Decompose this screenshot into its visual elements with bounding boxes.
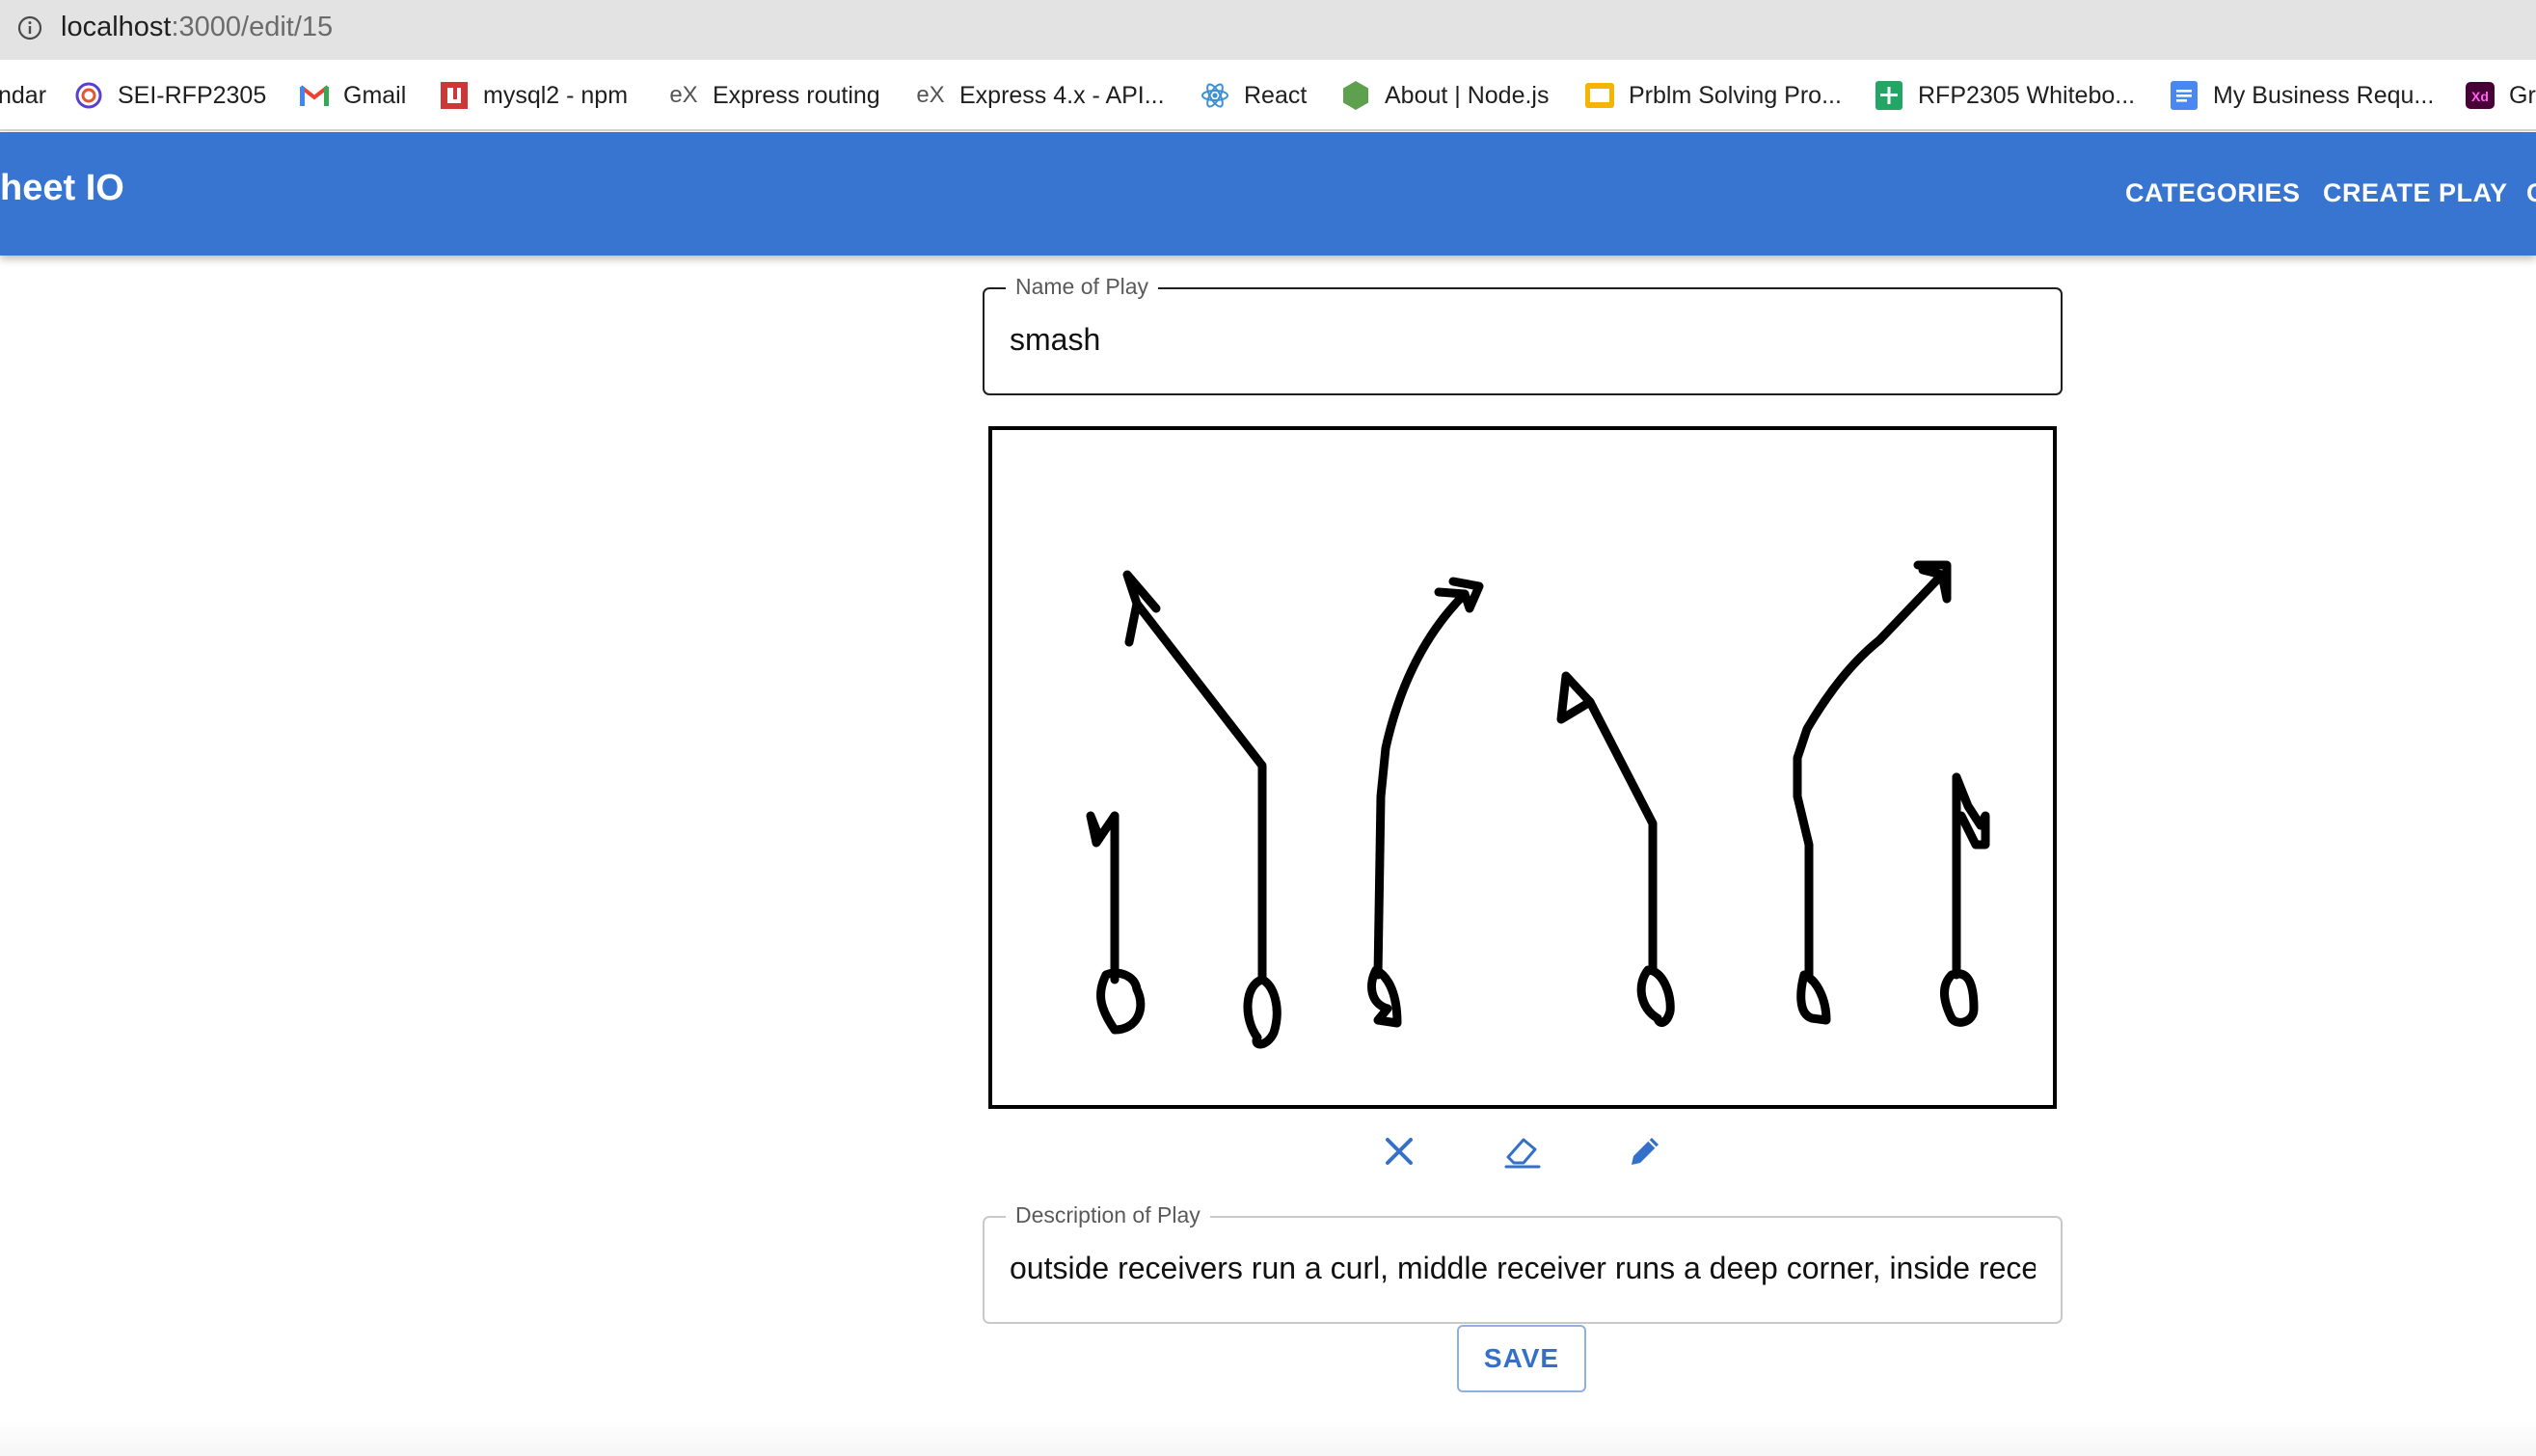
nodejs-icon bbox=[1340, 80, 1371, 111]
bookmark-mysql2-npm[interactable]: mysql2 - npm bbox=[439, 79, 628, 112]
express-icon: eX bbox=[916, 82, 945, 108]
bookmark-sei-rfp2305[interactable]: SEI-RFP2305 bbox=[73, 79, 266, 112]
eraser-icon bbox=[1504, 1138, 1541, 1169]
player-mark bbox=[1636, 965, 1675, 1027]
address-bar[interactable]: localhost:3000/edit/15 bbox=[0, 0, 2536, 60]
player-mark bbox=[1940, 969, 1979, 1027]
bookmark-express-routing[interactable]: eX Express routing bbox=[668, 79, 880, 112]
ring-icon bbox=[73, 80, 104, 111]
url-text[interactable]: localhost:3000/edit/15 bbox=[61, 12, 333, 43]
bookmark-label: mysql2 - npm bbox=[483, 81, 629, 109]
player-mark bbox=[1096, 968, 1146, 1035]
play-description-input[interactable]: outside receivers run a curl, middle rec… bbox=[1010, 1251, 2036, 1286]
bookmark-calendar[interactable]: ndar bbox=[0, 79, 46, 112]
npm-icon bbox=[439, 80, 470, 111]
bookmark-label: My Business Requ... bbox=[2213, 81, 2435, 109]
svg-text:Xd: Xd bbox=[2471, 89, 2489, 104]
bookmark-xd[interactable]: Xd Gr bbox=[2465, 79, 2536, 112]
info-icon[interactable] bbox=[17, 15, 42, 40]
bookmark-label: Express 4.x - API... bbox=[959, 81, 1165, 109]
eraser-button[interactable] bbox=[1497, 1126, 1548, 1176]
route-line bbox=[1132, 599, 1267, 984]
page-bottom-edge bbox=[0, 1417, 2536, 1456]
play-drawing bbox=[1086, 560, 1990, 1049]
bookmark-label: SEI-RFP2305 bbox=[118, 81, 267, 109]
play-name-label: Name of Play bbox=[1006, 274, 1159, 300]
bookmark-whiteboard[interactable]: RFP2305 Whitebo... bbox=[1874, 79, 2135, 112]
pencil-icon bbox=[1632, 1138, 1659, 1165]
url-host: localhost bbox=[61, 12, 172, 42]
bookmark-label: Gmail bbox=[343, 81, 407, 109]
pencil-button[interactable] bbox=[1620, 1126, 1670, 1176]
route-arrow bbox=[1556, 671, 1595, 724]
nav-item-cut-off[interactable]: C bbox=[2526, 178, 2536, 208]
play-description-field[interactable]: Description of Play outside receivers ru… bbox=[983, 1202, 2063, 1324]
app-title[interactable]: heet IO bbox=[0, 168, 124, 209]
xd-icon: Xd bbox=[2465, 80, 2496, 111]
route-line bbox=[1373, 589, 1470, 980]
player-mark bbox=[1243, 975, 1281, 1049]
nav-create-play[interactable]: CREATE PLAY bbox=[2323, 178, 2508, 208]
bookmark-business-req[interactable]: My Business Requ... bbox=[2169, 79, 2434, 112]
bookmark-label: RFP2305 Whitebo... bbox=[1918, 81, 2136, 109]
bookmarks-bar: ndar SEI-RFP2305 Gmail mysql2 - npm eX E… bbox=[0, 60, 2536, 131]
play-description-label: Description of Play bbox=[1006, 1202, 1210, 1228]
route-line bbox=[1793, 570, 1947, 980]
express-icon: eX bbox=[669, 82, 698, 108]
close-icon bbox=[1386, 1138, 1413, 1165]
sheets-icon bbox=[1874, 80, 1904, 111]
bookmark-label: Express routing bbox=[713, 81, 880, 109]
docs-icon bbox=[2169, 80, 2199, 111]
play-name-field[interactable]: Name of Play smash bbox=[983, 274, 2063, 395]
play-drawing-canvas[interactable] bbox=[988, 426, 2057, 1109]
gmail-icon bbox=[299, 80, 330, 111]
bookmark-label: React bbox=[1244, 81, 1308, 109]
save-button[interactable]: SAVE bbox=[1457, 1325, 1586, 1392]
bookmark-gmail[interactable]: Gmail bbox=[299, 79, 406, 112]
bookmark-label: Prblm Solving Pro... bbox=[1629, 81, 1842, 109]
react-icon bbox=[1200, 80, 1230, 111]
app-bar: heet IO CATEGORIES CREATE PLAY C bbox=[0, 132, 2536, 256]
bookmark-express-api[interactable]: eX Express 4.x - API... bbox=[915, 79, 1165, 112]
bookmark-react[interactable]: React bbox=[1200, 79, 1307, 112]
bookmark-label: About | Node.js bbox=[1385, 81, 1550, 109]
bookmark-label: ndar bbox=[0, 81, 47, 109]
url-path: :3000/edit/15 bbox=[171, 12, 334, 42]
player-mark bbox=[1796, 970, 1831, 1025]
nav-categories[interactable]: CATEGORIES bbox=[2125, 178, 2301, 208]
route-line bbox=[1585, 697, 1658, 975]
slides-icon bbox=[1584, 80, 1615, 111]
clear-canvas-button[interactable] bbox=[1374, 1126, 1424, 1176]
bookmark-label: Gr bbox=[2509, 81, 2536, 109]
bookmark-nodejs[interactable]: About | Node.js bbox=[1340, 79, 1549, 112]
play-name-input[interactable]: smash bbox=[1010, 322, 2036, 358]
bookmark-prblm-solving[interactable]: Prblm Solving Pro... bbox=[1584, 79, 1842, 112]
